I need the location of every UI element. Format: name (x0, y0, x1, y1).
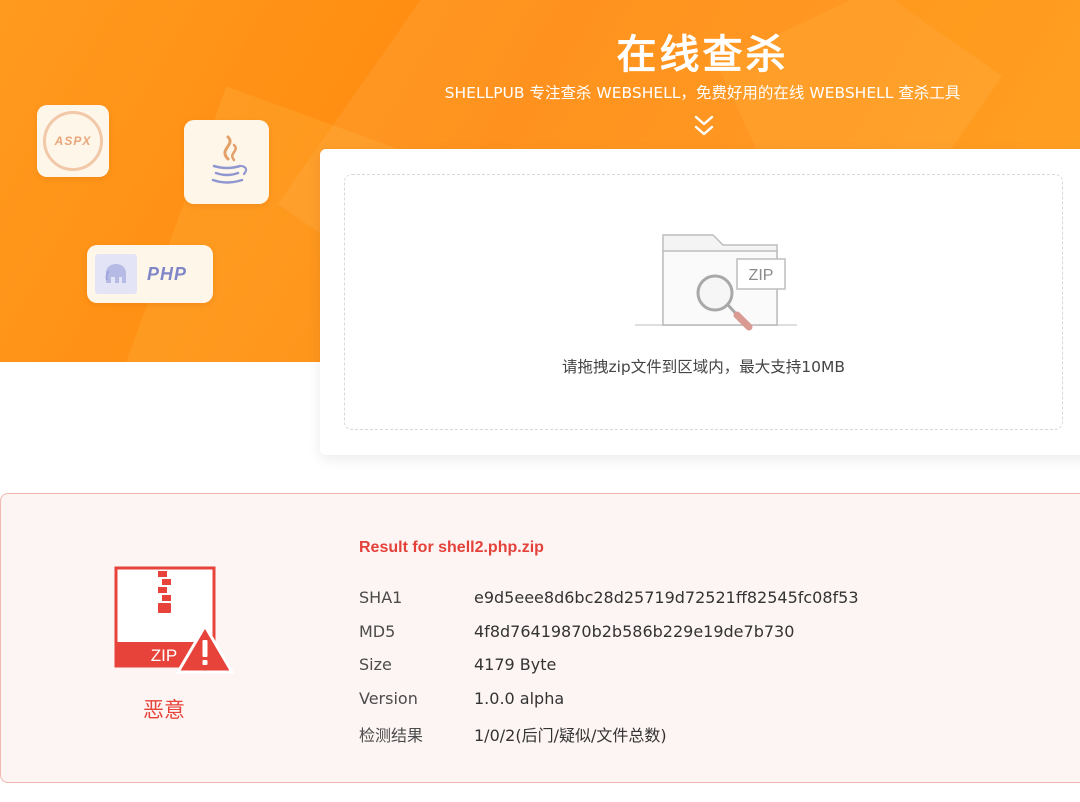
php-label: PHP (147, 263, 188, 284)
svg-text:ZIP: ZIP (151, 646, 177, 665)
file-dropzone[interactable]: ZIP 请拖拽zip文件到区域内，最大支持10MB (344, 174, 1063, 430)
php-badge: PHP (87, 245, 213, 303)
elephant-icon (95, 254, 137, 294)
java-badge (184, 120, 269, 204)
detail-row-version: Version 1.0.0 alpha (359, 689, 859, 723)
detail-value: 4179 Byte (474, 655, 557, 674)
result-details: SHA1 e9d5eee8d6bc28d25719d72521ff82545fc… (359, 588, 859, 756)
chevron-down-icon[interactable] (692, 114, 716, 140)
upload-card: ZIP 请拖拽zip文件到区域内，最大支持10MB (320, 149, 1080, 455)
page-title: 在线查杀 (616, 32, 789, 78)
zip-folder-search-icon: ZIP (635, 234, 797, 331)
detail-label: Version (359, 688, 418, 708)
status-badge: 恶意 (143, 698, 185, 722)
malicious-zip-icon: ZIP (114, 566, 235, 674)
dropzone-hint: 请拖拽zip文件到区域内，最大支持10MB (561, 358, 845, 376)
detail-label: 检测结果 (359, 726, 424, 745)
detail-value: 1/0/2(后门/疑似/文件总数) (474, 726, 667, 745)
page: 在线查杀 SHELLPUB 专注查杀 WEBSHELL，免费好用的在线 WEBS… (0, 0, 1080, 802)
detail-row-detection: 检测结果 1/0/2(后门/疑似/文件总数) (359, 722, 859, 756)
detail-value: 1.0.0 alpha (474, 688, 565, 708)
detail-value: 4f8d76419870b2b586b229e19de7b730 (474, 621, 795, 641)
detail-value: e9d5eee8d6bc28d25719d72521ff82545fc08f53 (474, 588, 859, 607)
aspx-icon: ASPX (43, 111, 103, 171)
detail-row-md5: MD5 4f8d76419870b2b586b229e19de7b730 (359, 622, 859, 656)
svg-text:ZIP: ZIP (749, 267, 774, 284)
detail-row-sha1: SHA1 e9d5eee8d6bc28d25719d72521ff82545fc… (359, 588, 859, 622)
detail-row-size: Size 4179 Byte (359, 655, 859, 689)
java-icon (211, 135, 247, 184)
result-panel: ZIP 恶意 Result for shell2.php.zip SHA1 e9… (0, 493, 1080, 783)
result-title: Result for shell2.php.zip (359, 539, 544, 556)
detail-label: SHA1 (359, 588, 403, 607)
page-subtitle: SHELLPUB 专注查杀 WEBSHELL，免费好用的在线 WEBSHELL … (444, 84, 961, 102)
aspx-label: ASPX (54, 134, 92, 148)
detail-label: Size (359, 655, 392, 674)
aspx-badge: ASPX (37, 105, 109, 177)
detail-label: MD5 (359, 621, 396, 641)
